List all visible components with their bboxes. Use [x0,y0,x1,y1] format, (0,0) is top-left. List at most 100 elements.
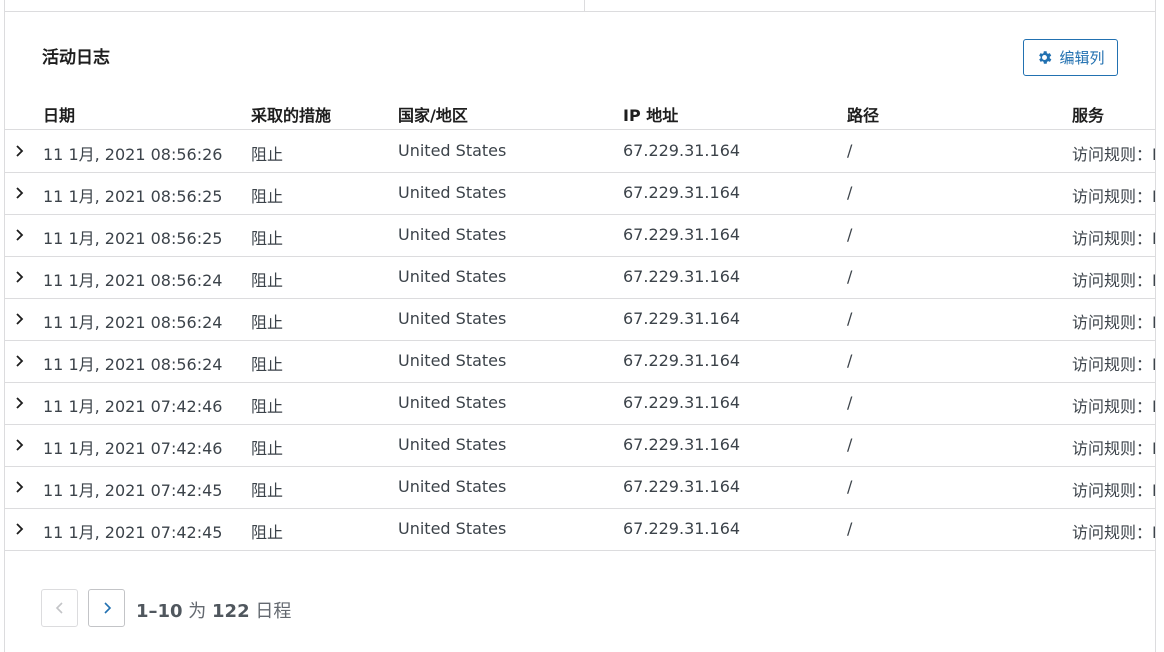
cell-country: United States [398,183,507,202]
cell-ip: 67.229.31.164 [623,435,741,454]
cell-action: 阻止 [251,439,284,458]
cell-date: 11 1月, 2021 07:42:46 [43,397,223,416]
expand-row-chevron-icon[interactable] [14,144,24,158]
cell-date: 11 1月, 2021 07:42:45 [43,481,223,500]
expand-row-chevron-icon[interactable] [14,270,24,284]
cell-country: United States [398,393,507,412]
pagination-unit: 日程 [249,601,292,622]
column-header-ip[interactable]: IP 地址 [623,102,678,126]
cell-date: 11 1月, 2021 08:56:25 [43,187,223,206]
activity-table: 日期 采取的措施 国家/地区 IP 地址 路径 服务 11 1月, 2021 0… [5,94,1155,569]
cell-date: 11 1月, 2021 08:56:24 [43,313,223,332]
cell-country: United States [398,435,507,454]
cell-service: 访问规则：I [1072,355,1155,374]
cell-path: / [847,435,853,454]
cell-service: 访问规则：I [1072,481,1155,500]
cell-ip: 67.229.31.164 [623,519,741,538]
cell-ip: 67.229.31.164 [623,393,741,412]
top-panel-strip [4,0,1156,12]
cell-path: / [847,183,853,202]
expand-row-chevron-icon[interactable] [14,186,24,200]
pagination-separator: 为 [182,601,213,622]
expand-row-chevron-icon[interactable] [14,354,24,368]
chevron-right-icon [103,602,111,614]
cell-date: 11 1月, 2021 08:56:26 [43,145,223,164]
expand-row-chevron-icon[interactable] [14,228,24,242]
table-row[interactable]: 11 1月, 2021 08:56:26 阻止 United States 67.22… [5,130,1155,173]
cell-ip: 67.229.31.164 [623,267,741,286]
cell-ip: 67.229.31.164 [623,225,741,244]
cell-country: United States [398,519,507,538]
expand-row-chevron-icon[interactable] [14,480,24,494]
cell-action: 阻止 [251,187,284,206]
cell-date: 11 1月, 2021 07:42:45 [43,523,223,542]
edit-columns-label: 编辑列 [1059,49,1105,67]
expand-row-chevron-icon[interactable] [14,522,24,536]
cell-ip: 67.229.31.164 [623,477,741,496]
pagination-summary: 1–10 为 122 日程 [136,597,291,623]
cell-date: 11 1月, 2021 08:56:24 [43,355,223,374]
cell-action: 阻止 [251,313,284,332]
cell-country: United States [398,477,507,496]
cell-path: / [847,477,853,496]
previous-page-button[interactable] [41,589,78,627]
cell-action: 阻止 [251,355,284,374]
edit-columns-button[interactable]: 编辑列 [1023,39,1118,76]
cell-ip: 67.229.31.164 [623,141,741,160]
cell-country: United States [398,141,507,160]
cell-service: 访问规则：I [1072,229,1155,248]
table-row[interactable]: 11 1月, 2021 08:56:25 阻止 United States 67.22… [5,172,1155,215]
cell-action: 阻止 [251,523,284,542]
cell-date: 11 1月, 2021 08:56:25 [43,229,223,248]
column-header-action[interactable]: 采取的措施 [251,102,331,126]
cell-service: 访问规则：I [1072,523,1155,542]
column-header-service[interactable]: 服务 [1072,102,1104,126]
cell-action: 阻止 [251,397,284,416]
cell-service: 访问规则：I [1072,397,1155,416]
table-row[interactable]: 11 1月, 2021 07:42:45 阻止 United States 67.22… [5,466,1155,509]
expand-row-chevron-icon[interactable] [14,438,24,452]
column-header-path[interactable]: 路径 [847,102,879,126]
column-header-date[interactable]: 日期 [43,102,75,126]
cell-ip: 67.229.31.164 [623,351,741,370]
cell-country: United States [398,225,507,244]
column-header-country[interactable]: 国家/地区 [398,102,468,126]
cell-country: United States [398,267,507,286]
table-row[interactable]: 11 1月, 2021 07:42:46 阻止 United States 67.22… [5,382,1155,425]
cell-path: / [847,141,853,160]
cell-path: / [847,267,853,286]
pagination-range: 1–10 [136,601,183,622]
cell-service: 访问规则：I [1072,187,1155,206]
page-title: 活动日志 [42,48,110,68]
cell-date: 11 1月, 2021 07:42:46 [43,439,223,458]
table-row[interactable]: 11 1月, 2021 07:42:45 阻止 United States 67.22… [5,508,1155,551]
table-row[interactable]: 11 1月, 2021 08:56:25 阻止 United States 67.22… [5,214,1155,257]
table-row[interactable]: 11 1月, 2021 08:56:24 阻止 United States 67.22… [5,340,1155,383]
cell-date: 11 1月, 2021 08:56:24 [43,271,223,290]
cell-action: 阻止 [251,271,284,290]
top-panel-divider [584,0,585,11]
cell-service: 访问规则：I [1072,313,1155,332]
cell-path: / [847,351,853,370]
expand-row-chevron-icon[interactable] [14,396,24,410]
cell-path: / [847,519,853,538]
table-row[interactable]: 11 1月, 2021 08:56:24 阻止 United States 67.22… [5,256,1155,299]
next-page-button[interactable] [88,589,125,627]
cell-service: 访问规则：I [1072,271,1155,290]
cell-path: / [847,393,853,412]
cell-action: 阻止 [251,145,284,164]
cell-ip: 67.229.31.164 [623,309,741,328]
pagination-total: 122 [212,601,250,622]
cell-ip: 67.229.31.164 [623,183,741,202]
table-row[interactable]: 11 1月, 2021 08:56:24 阻止 United States 67.22… [5,298,1155,341]
cell-path: / [847,309,853,328]
cell-service: 访问规则：I [1072,439,1155,458]
cell-service: 访问规则：I [1072,145,1155,164]
cell-country: United States [398,351,507,370]
expand-row-chevron-icon[interactable] [14,312,24,326]
cell-action: 阻止 [251,481,284,500]
chevron-left-icon [55,602,63,614]
table-header: 日期 采取的措施 国家/地区 IP 地址 路径 服务 [5,94,1155,130]
table-row[interactable]: 11 1月, 2021 07:42:46 阻止 United States 67.22… [5,424,1155,467]
activity-log-card: 活动日志 编辑列 日期 采取的措施 国家/地区 IP 地址 路径 服务 11 1… [4,12,1156,652]
